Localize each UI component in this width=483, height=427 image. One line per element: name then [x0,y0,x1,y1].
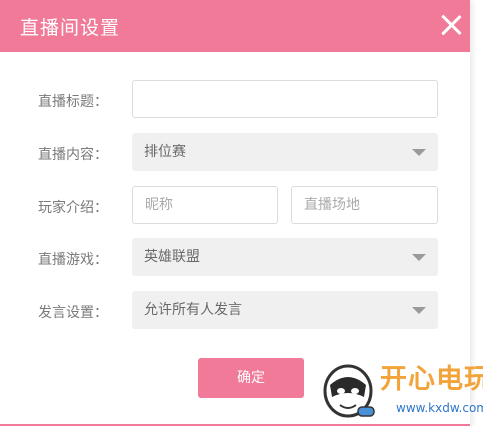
live-game-select[interactable]: 英雄联盟 [132,238,438,276]
chevron-down-icon [412,307,426,314]
chevron-down-icon [412,149,426,156]
live-title-input[interactable] [132,80,438,118]
watermark-brand: 开心电玩 [380,364,483,395]
live-content-selected: 排位赛 [144,144,186,160]
live-game-label: 直播游戏： [38,252,108,268]
dialog-title: 直播间设置 [20,17,121,39]
chat-settings-label: 发言设置： [38,305,108,321]
venue-input[interactable] [291,186,438,224]
chevron-down-icon [412,254,426,261]
chat-settings-select[interactable]: 允许所有人发言 [132,291,438,329]
mascot-icon [323,364,375,418]
close-icon[interactable] [440,14,462,36]
live-content-label: 直播内容： [38,147,108,163]
watermark-logo: 开心电玩 www.kxdw.com [318,355,483,427]
live-content-select[interactable]: 排位赛 [132,133,438,171]
watermark-url: www.kxdw.com [396,401,483,415]
confirm-button[interactable]: 确定 [198,358,304,398]
dialog-titlebar: 直播间设置 [0,0,470,52]
player-intro-label: 玩家介绍： [38,200,108,216]
nickname-input[interactable] [132,186,278,224]
chat-settings-selected: 允许所有人发言 [144,302,242,318]
live-title-label: 直播标题： [38,94,108,110]
live-game-selected: 英雄联盟 [144,249,200,265]
